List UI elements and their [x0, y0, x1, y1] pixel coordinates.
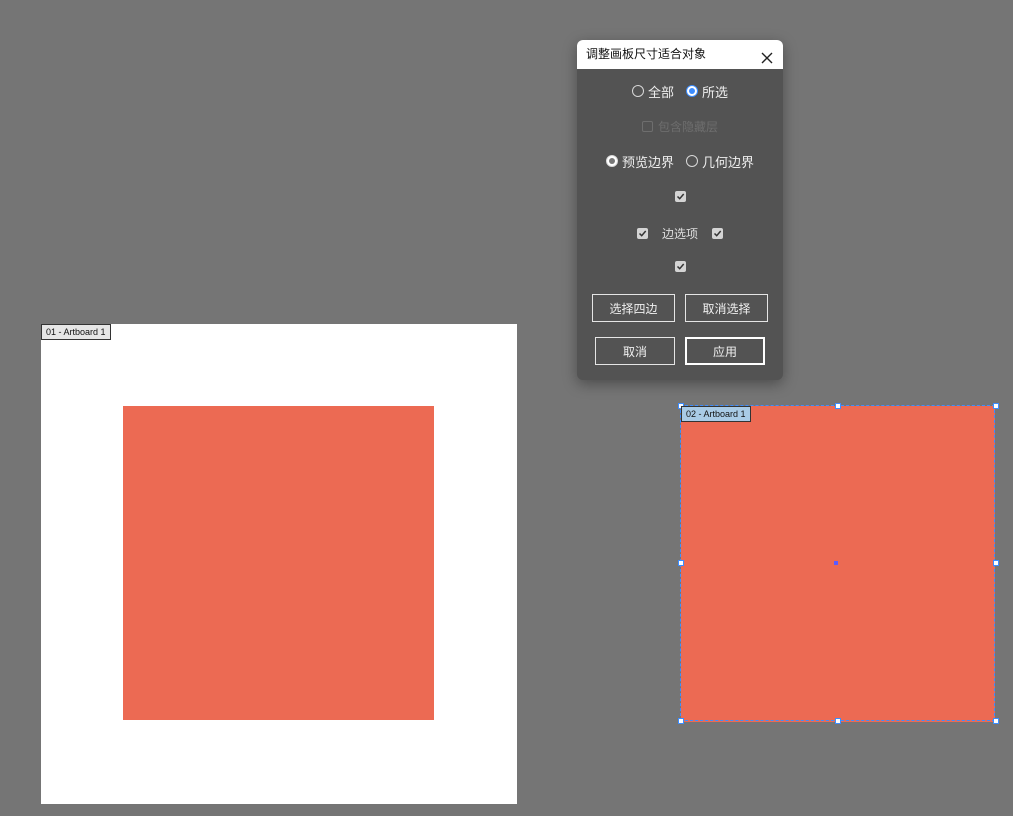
include-hidden-checkbox: [641, 120, 653, 132]
close-icon[interactable]: [760, 47, 774, 64]
resize-handle-top[interactable]: [835, 403, 841, 409]
dialog-titlebar[interactable]: 调整画板尺寸适合对象: [577, 40, 783, 69]
scope-all-option[interactable]: 全部: [631, 82, 674, 101]
preview-bounds-radio[interactable]: [605, 155, 618, 167]
edge-bottom-checkbox[interactable]: [674, 260, 686, 272]
scope-all-radio[interactable]: [631, 85, 644, 97]
artboard-1-label[interactable]: 01 - Artboard 1: [41, 324, 111, 340]
scope-row: 全部 所选: [577, 82, 783, 101]
selection-center-point: [834, 561, 838, 565]
scope-selected-radio[interactable]: [686, 85, 698, 97]
edge-top-checkbox[interactable]: [674, 190, 686, 202]
include-hidden-label: 包含隐藏层: [657, 119, 718, 134]
deselect-edges-button[interactable]: 取消选择: [685, 294, 768, 322]
scope-all-label: 全部: [647, 85, 674, 101]
edge-left-checkbox[interactable]: [636, 227, 648, 239]
scope-selected-label: 所选: [702, 85, 729, 101]
resize-handle-right[interactable]: [993, 560, 999, 566]
edge-middle-row: 边选项: [577, 225, 783, 241]
resize-handle-left[interactable]: [678, 560, 684, 566]
artboard-2-label[interactable]: 02 - Artboard 1: [681, 406, 751, 422]
geometric-bounds-label: 几何边界: [702, 155, 755, 171]
bounds-row: 预览边界 几何边界: [577, 152, 783, 171]
edge-top-row: [577, 190, 783, 202]
edge-right-checkbox[interactable]: [712, 227, 723, 239]
resize-handle-bottom-left[interactable]: [678, 718, 684, 724]
dialog-title: 调整画板尺寸适合对象: [586, 47, 707, 61]
fit-artboard-dialog: 调整画板尺寸适合对象 全部 所选 包含隐藏层 预览边界 几何边界 边选项 选择四…: [577, 40, 783, 380]
artboard-2-rectangle[interactable]: [681, 406, 995, 722]
include-hidden-row: 包含隐藏层: [577, 118, 783, 134]
resize-handle-bottom-right[interactable]: [993, 718, 999, 724]
edge-bottom-row: [577, 260, 783, 272]
preview-bounds-label: 预览边界: [621, 155, 674, 171]
select-all-edges-button[interactable]: 选择四边: [592, 294, 675, 322]
artboard-1-rectangle[interactable]: [123, 406, 434, 720]
resize-handle-bottom[interactable]: [835, 718, 841, 724]
resize-handle-top-right[interactable]: [993, 403, 999, 409]
edge-options-label: 边选项: [661, 226, 698, 241]
cancel-button[interactable]: 取消: [595, 337, 675, 365]
geometric-bounds-radio[interactable]: [686, 155, 698, 167]
scope-selected-option[interactable]: 所选: [686, 82, 728, 101]
preview-bounds-option[interactable]: 预览边界: [605, 152, 674, 171]
apply-button[interactable]: 应用: [685, 337, 765, 365]
geometric-bounds-option[interactable]: 几何边界: [686, 152, 754, 171]
